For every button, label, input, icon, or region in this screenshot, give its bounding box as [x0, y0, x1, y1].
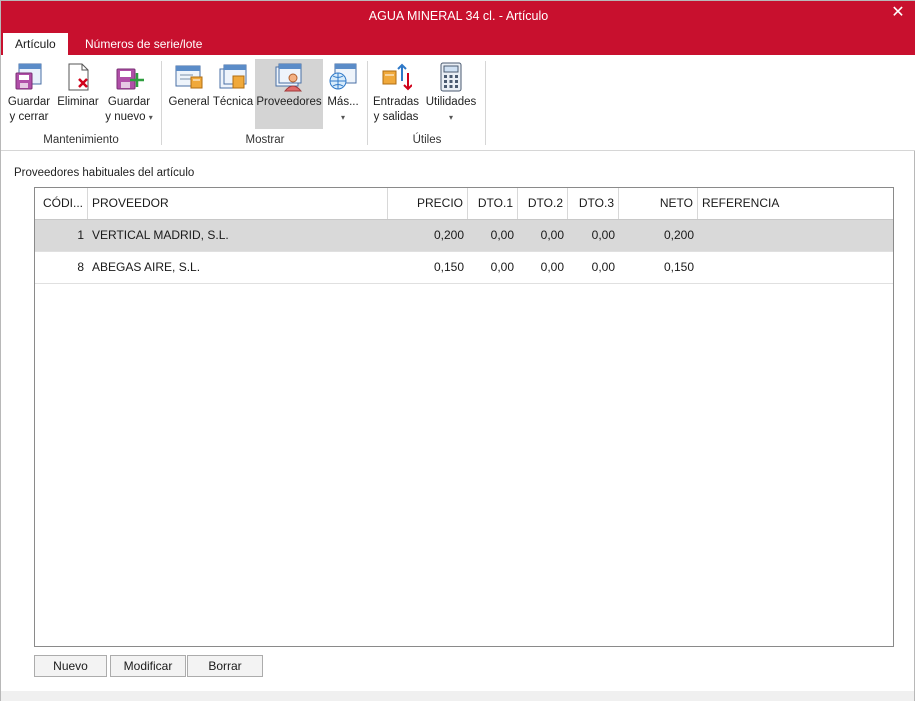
table-row[interactable]: 8 ABEGAS AIRE, S.L. 0,150 0,00 0,00 0,00… [35, 252, 893, 284]
proveedores-label: Proveedores [256, 96, 322, 108]
cell-dto1: 0,00 [490, 260, 514, 274]
save-new-label-1: Guardar [107, 96, 151, 108]
mas-button[interactable]: Más... ▾ [325, 59, 361, 129]
cell-codigo: 8 [77, 260, 84, 274]
group-mostrar: General Técnica Proveedores Más... ▾ Mos… [165, 59, 365, 149]
group-mantenimiento: Guardar y cerrar Eliminar Guardar y nuev… [5, 59, 157, 149]
cell-precio: 0,200 [433, 228, 464, 242]
table-row[interactable]: 1 VERTICAL MADRID, S.L. 0,200 0,00 0,00 … [35, 220, 893, 252]
cell-neto: 0,150 [663, 260, 694, 274]
column-header-dto3[interactable]: DTO.3 [568, 188, 619, 219]
utilidades-button[interactable]: Utilidades ▾ [423, 59, 479, 129]
cell-proveedor: VERTICAL MADRID, S.L. [92, 228, 229, 242]
suppliers-icon [275, 63, 303, 92]
borrar-button[interactable]: Borrar [187, 655, 263, 677]
group-divider [485, 61, 486, 145]
cell-codigo: 1 [77, 228, 84, 242]
nuevo-button[interactable]: Nuevo [34, 655, 107, 677]
more-globe-icon [329, 63, 357, 90]
group-utiles: Entradas y salidas Utilidades ▾ Útiles [371, 59, 483, 149]
general-button[interactable]: General [167, 59, 211, 129]
technical-icon [219, 64, 247, 89]
mas-label: Más... [327, 96, 359, 108]
delete-button[interactable]: Eliminar [55, 59, 101, 129]
save-new-button[interactable]: Guardar y nuevo ▾ [103, 59, 155, 129]
tecnica-label: Técnica [212, 96, 254, 108]
column-header-dto1[interactable]: DTO.1 [468, 188, 518, 219]
cell-dto3: 0,00 [591, 260, 615, 274]
tecnica-button[interactable]: Técnica [212, 59, 254, 129]
in-out-icon [382, 63, 412, 91]
cell-dto2: 0,00 [540, 228, 564, 242]
entradas-salidas-label-2: y salidas [373, 111, 419, 123]
column-header-precio[interactable]: PRECIO [388, 188, 468, 219]
column-header-referencia[interactable]: REFERENCIA [698, 188, 893, 219]
column-header-proveedor[interactable]: PROVEEDOR [88, 188, 388, 219]
chevron-down-icon: ▾ [148, 113, 153, 122]
title-bar: AGUA MINERAL 34 cl. - Artículo ✕ [1, 1, 915, 31]
main-content: Proveedores habituales del artículo CÓDI… [1, 152, 914, 691]
save-close-label-2: y cerrar [9, 111, 49, 123]
general-label: General [168, 96, 210, 108]
group-divider [367, 61, 368, 145]
group-label-utiles: Útiles [412, 134, 442, 146]
cell-neto: 0,200 [663, 228, 694, 242]
group-label-mantenimiento: Mantenimiento [43, 134, 119, 146]
footer-strip [1, 691, 914, 701]
cell-dto3: 0,00 [591, 228, 615, 242]
table-header: CÓDI... PROVEEDOR PRECIO DTO.1 DTO.2 DTO… [35, 188, 893, 220]
group-label-mostrar: Mostrar [245, 134, 285, 146]
cell-dto1: 0,00 [490, 228, 514, 242]
entradas-salidas-button[interactable]: Entradas y salidas [371, 59, 421, 129]
cell-precio: 0,150 [433, 260, 464, 274]
save-new-label-text: y nuevo [105, 111, 146, 123]
proveedores-button[interactable]: Proveedores [255, 59, 323, 129]
save-close-label-1: Guardar [7, 96, 51, 108]
delete-label: Eliminar [57, 96, 99, 108]
article-window: AGUA MINERAL 34 cl. - Artículo ✕ Artícul… [0, 0, 915, 701]
general-icon [175, 65, 203, 89]
delete-doc-icon [68, 63, 89, 91]
group-divider [161, 61, 162, 145]
column-header-dto2[interactable]: DTO.2 [518, 188, 568, 219]
cell-referencia [698, 220, 893, 251]
tab-bar: Artículo Números de serie/lote [1, 31, 915, 55]
section-title: Proveedores habituales del artículo [14, 167, 195, 179]
tab-articulo[interactable]: Artículo [3, 33, 68, 55]
close-icon[interactable]: ✕ [888, 1, 908, 27]
column-header-codigo[interactable]: CÓDI... [35, 188, 88, 219]
cell-dto2: 0,00 [540, 260, 564, 274]
ribbon: Guardar y cerrar Eliminar Guardar y nuev… [1, 55, 915, 151]
utilidades-label: Utilidades [425, 96, 477, 108]
entradas-salidas-label-1: Entradas [372, 96, 420, 108]
calculator-icon [440, 62, 462, 92]
window-title: AGUA MINERAL 34 cl. - Artículo [368, 9, 549, 23]
cell-referencia [698, 252, 893, 283]
modificar-button[interactable]: Modificar [110, 655, 186, 677]
suppliers-table: CÓDI... PROVEEDOR PRECIO DTO.1 DTO.2 DTO… [34, 187, 894, 647]
save-new-label-2: y nuevo ▾ [103, 110, 155, 125]
save-close-button[interactable]: Guardar y cerrar [5, 59, 53, 129]
save-close-icon [15, 63, 42, 90]
save-new-icon [116, 68, 144, 90]
chevron-down-icon: ▾ [340, 113, 345, 122]
chevron-down-icon: ▾ [448, 113, 453, 122]
cell-proveedor: ABEGAS AIRE, S.L. [92, 260, 201, 274]
column-header-neto[interactable]: NETO [619, 188, 698, 219]
tab-numeros-serie-lote[interactable]: Números de serie/lote [73, 33, 214, 55]
